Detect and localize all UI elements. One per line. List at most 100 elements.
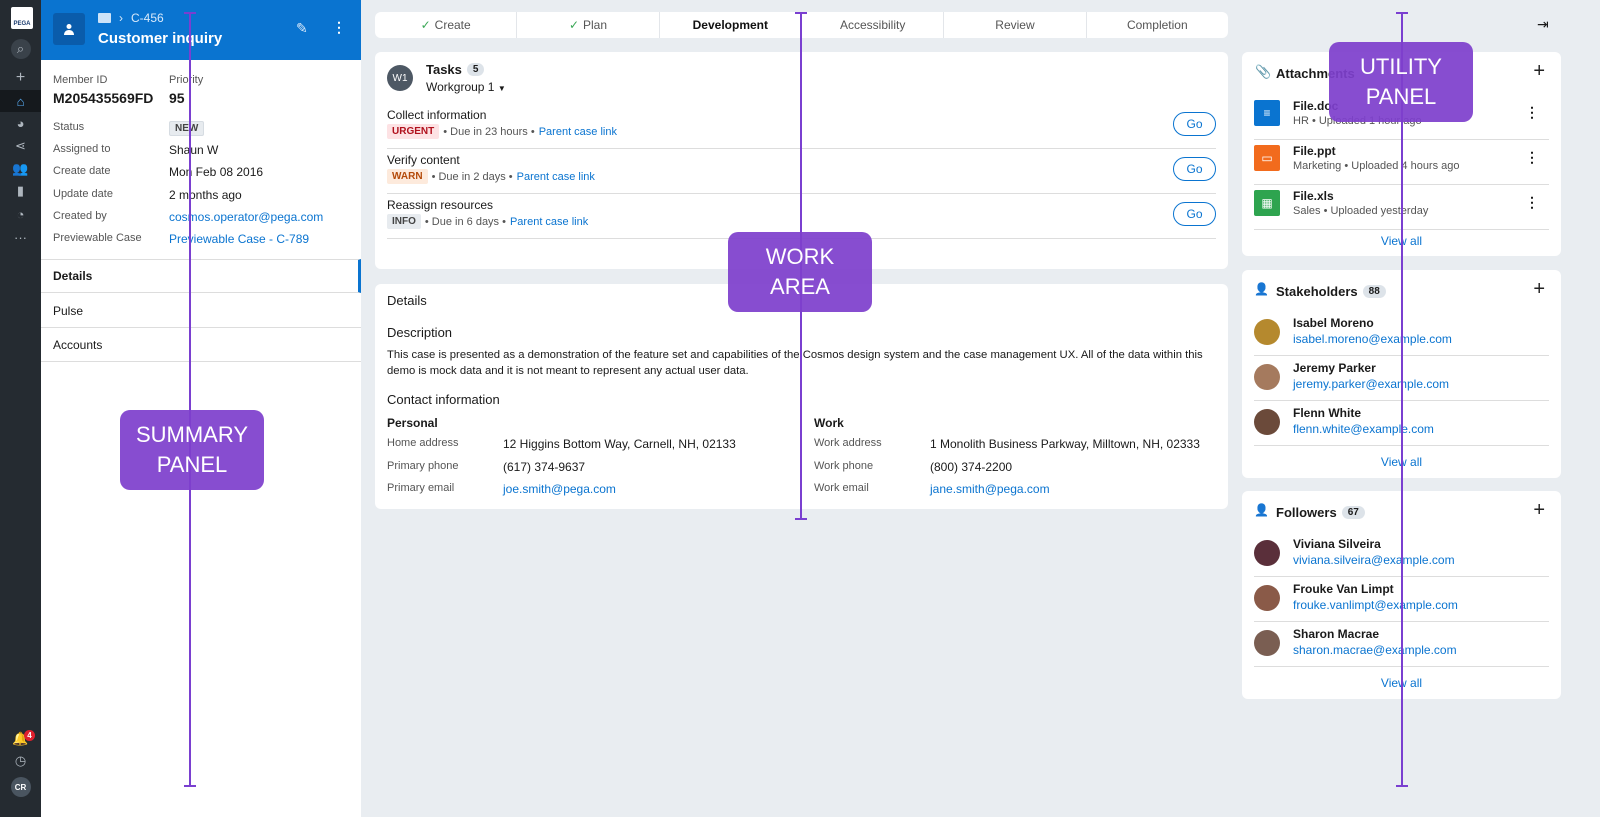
avatar xyxy=(1254,364,1280,390)
user-icon: 👤 xyxy=(1254,282,1269,296)
field-label: Update date xyxy=(53,188,113,200)
priority-label: Priority xyxy=(169,74,204,86)
more-icon[interactable]: ⋮ xyxy=(1525,194,1539,211)
edit-icon[interactable]: ✎ xyxy=(296,20,308,37)
field-label: Home address xyxy=(387,437,459,449)
search-icon[interactable]: ⌕ xyxy=(0,38,41,60)
urgency-badge: INFO xyxy=(387,214,421,229)
workgroup-avatar: W1 xyxy=(387,65,413,91)
check-icon: ✓ xyxy=(568,18,579,32)
parent-case-link[interactable]: Parent case link xyxy=(517,171,595,183)
add-follower-icon[interactable]: + xyxy=(1533,499,1545,522)
field-value: Mon Feb 08 2016 xyxy=(169,165,264,179)
stakeholders-count: 88 xyxy=(1362,285,1386,298)
tasks-title: Tasks 5 xyxy=(426,62,485,77)
chevron-right-icon: › xyxy=(119,11,123,25)
field-value: 2 months ago xyxy=(169,188,242,202)
avatar[interactable]: CR xyxy=(0,776,41,798)
add-stakeholder-icon[interactable]: + xyxy=(1533,278,1545,301)
book-icon[interactable]: ▮ xyxy=(0,180,41,202)
member-id-value: M205435569FD xyxy=(53,90,154,106)
avatar xyxy=(1254,585,1280,611)
folder-icon[interactable] xyxy=(98,13,111,23)
work-area-callout: WORK AREA xyxy=(728,232,872,312)
avatar xyxy=(1254,630,1280,656)
check-icon: ✓ xyxy=(420,18,431,32)
stage-completion[interactable]: Completion xyxy=(1087,12,1228,38)
stage-development[interactable]: Development xyxy=(660,12,802,38)
go-button[interactable]: Go xyxy=(1173,112,1216,136)
stakeholders-title: Stakeholders xyxy=(1276,284,1358,299)
case-header: › C-456 Customer inquiry ✎ ⋮ xyxy=(41,0,361,60)
urgency-badge: WARN xyxy=(387,169,428,184)
parent-case-link[interactable]: Parent case link xyxy=(510,216,588,228)
add-attachment-icon[interactable]: + xyxy=(1533,60,1545,83)
breadcrumb: › C-456 xyxy=(98,11,164,25)
pega-logo: PEGA xyxy=(11,7,33,29)
field-label: Primary phone xyxy=(387,460,459,472)
field-label: Assigned to xyxy=(53,143,111,155)
tab-accounts[interactable]: Accounts xyxy=(41,328,361,362)
followers-title: Followers xyxy=(1276,505,1337,520)
summary-panel: › C-456 Customer inquiry ✎ ⋮ Member ID M2… xyxy=(41,0,361,817)
workgroup-dropdown[interactable]: Workgroup 1 ▼ xyxy=(426,80,506,94)
bell-icon[interactable]: 🔔 4 xyxy=(0,728,41,750)
presentation-icon: ▭ xyxy=(1254,145,1280,171)
created-by-link[interactable]: cosmos.operator@pega.com xyxy=(169,210,323,224)
field-label: Primary email xyxy=(387,482,455,494)
more-actions-icon[interactable]: ⋮ xyxy=(332,19,346,36)
collapse-panel-icon[interactable]: ⇥ xyxy=(1537,16,1549,33)
gauge-icon[interactable]: ◔ xyxy=(0,203,41,225)
status-badge: NEW xyxy=(169,121,205,136)
member-id-label: Member ID xyxy=(53,74,108,86)
field-label: Created by xyxy=(53,210,107,222)
plus-icon[interactable]: + xyxy=(0,67,41,89)
work-address: 1 Monolith Business Parkway, Milltown, N… xyxy=(930,437,1200,451)
stage-plan[interactable]: ✓ Plan xyxy=(517,12,660,38)
field-label: Create date xyxy=(53,165,111,177)
field-label: Work address xyxy=(814,437,882,449)
description-text: This case is presented as a demonstratio… xyxy=(387,349,1203,377)
spreadsheet-icon: ▦ xyxy=(1254,190,1280,216)
more-icon[interactable]: ··· xyxy=(0,226,41,248)
avatar xyxy=(1254,319,1280,345)
avatar xyxy=(1254,409,1280,435)
field-label: Status xyxy=(53,121,85,133)
parent-case-link[interactable]: Parent case link xyxy=(539,126,617,138)
primary-email-link[interactable]: joe.smith@pega.com xyxy=(503,482,616,496)
users-icon[interactable]: 👥 xyxy=(0,158,41,180)
follower-icon: 👤 xyxy=(1254,503,1269,517)
contact-heading: Contact information xyxy=(387,392,500,407)
tab-pulse[interactable]: Pulse xyxy=(41,294,361,328)
notification-badge: 4 xyxy=(24,730,35,741)
share-icon[interactable]: ⋖ xyxy=(0,135,41,157)
utility-panel-marker xyxy=(1396,12,1408,787)
stage-accessibility[interactable]: Accessibility xyxy=(802,12,945,38)
clock-icon[interactable]: ◷ xyxy=(0,750,41,772)
personal-heading: Personal xyxy=(387,416,438,430)
description-heading: Description xyxy=(387,325,453,340)
case-id: C-456 xyxy=(131,11,164,25)
more-icon[interactable]: ⋮ xyxy=(1525,104,1539,121)
stage-create[interactable]: ✓ Create xyxy=(375,12,518,38)
field-label: Work phone xyxy=(814,460,874,472)
go-button[interactable]: Go xyxy=(1173,157,1216,181)
details-title: Details xyxy=(387,293,427,308)
summary-panel-marker xyxy=(184,12,196,787)
tab-details[interactable]: Details xyxy=(41,259,361,293)
tasks-count: 5 xyxy=(466,63,485,76)
field-label: Work email xyxy=(814,482,869,494)
paperclip-icon: 📎 xyxy=(1255,64,1272,79)
work-heading: Work xyxy=(814,416,844,430)
more-icon[interactable]: ⋮ xyxy=(1525,149,1539,166)
home-icon[interactable]: ⌂ xyxy=(0,90,41,112)
field-label: Previewable Case xyxy=(53,232,142,244)
go-button[interactable]: Go xyxy=(1173,202,1216,226)
app-nav: PEGA ⌕ + ⌂ ◕ ⋖ 👥 ▮ ◔ ··· 🔔 4 ◷ CR xyxy=(0,0,41,817)
stage-review[interactable]: Review xyxy=(944,12,1087,38)
work-email-link[interactable]: jane.smith@pega.com xyxy=(930,482,1050,496)
primary-phone: (617) 374-9637 xyxy=(503,460,586,474)
dashboard-icon[interactable]: ◕ xyxy=(0,112,41,134)
caret-down-icon: ▼ xyxy=(497,84,506,93)
document-icon: ≡ xyxy=(1254,100,1280,126)
